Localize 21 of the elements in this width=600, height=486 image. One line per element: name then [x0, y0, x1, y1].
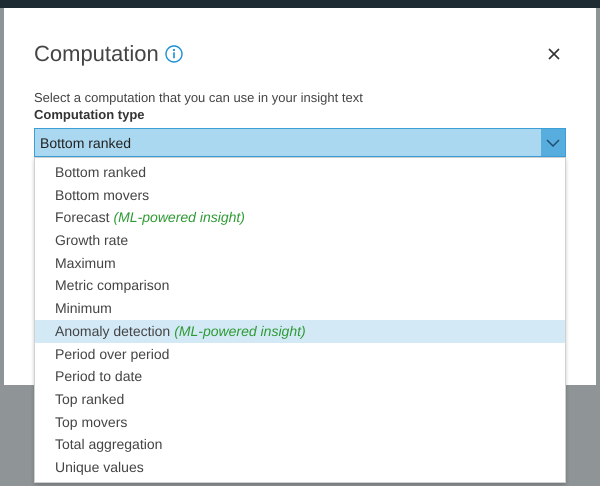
dropdown-option[interactable]: Maximum — [35, 252, 565, 274]
dropdown-option[interactable]: Top ranked — [35, 388, 565, 411]
dropdown-option[interactable]: Metric comparison — [35, 274, 565, 298]
dropdown-option[interactable]: Anomaly detection (ML-powered insight) — [35, 320, 565, 342]
info-icon[interactable] — [164, 45, 183, 63]
description-text: Select a computation that you can use in your insight text — [34, 90, 364, 105]
dropdown-option[interactable]: Growth rate — [35, 229, 565, 252]
chevron-down-icon — [546, 138, 560, 146]
close-icon[interactable] — [548, 48, 560, 60]
dropdown-option[interactable]: Top movers — [35, 410, 565, 434]
dropdown-option[interactable]: Period to date — [35, 365, 565, 388]
dropdown-option[interactable]: Minimum — [35, 297, 565, 320]
dropdown-option[interactable]: Total aggregation — [35, 433, 565, 456]
dropdown-option[interactable]: Bottom ranked — [35, 161, 565, 184]
dropdown-option[interactable]: Period over period — [35, 342, 565, 366]
dropdown-option[interactable]: Bottom movers — [35, 184, 565, 206]
computation-type-dropdown[interactable]: Bottom ranked — [34, 128, 566, 157]
dialog-title: Computation — [34, 41, 159, 67]
field-label: Computation type — [34, 107, 146, 122]
dropdown-option[interactable]: Unique values — [35, 456, 565, 479]
dropdown-option[interactable]: Forecast (ML-powered insight) — [35, 206, 565, 230]
